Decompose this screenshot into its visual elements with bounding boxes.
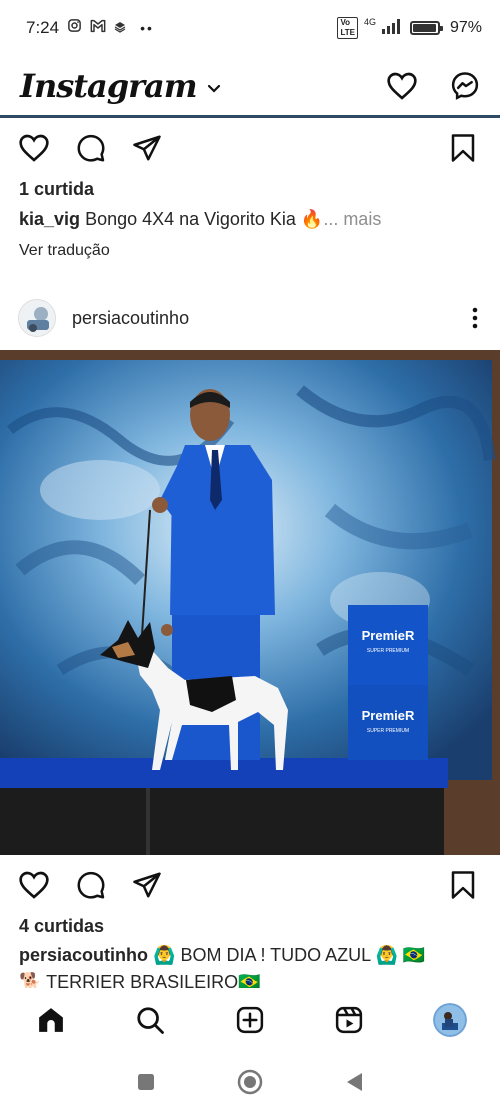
box-brand-top: PremieR	[362, 628, 415, 643]
translate-link[interactable]: Ver tradução	[19, 242, 110, 260]
box-sub-top: SUPER PREMIUM	[367, 648, 409, 654]
share-icon[interactable]	[132, 133, 162, 163]
gmail-notification-icon	[90, 18, 106, 38]
like-heart-icon[interactable]	[18, 870, 50, 900]
bookmark-icon[interactable]	[450, 133, 476, 163]
search-icon[interactable]	[135, 1005, 165, 1035]
more-notifications-icon: ••	[140, 20, 154, 36]
more-options-icon[interactable]	[472, 307, 478, 329]
post2-caption-text: 🙆‍♂️ BOM DIA ! TUDO AZUL 🙆‍♂️ 🇧🇷	[153, 945, 426, 965]
battery-percent: 97%	[449, 19, 482, 36]
post2-actions	[0, 865, 500, 905]
volte-icon: Vo LTE	[337, 17, 358, 39]
post2-header: persiacoutinho	[0, 296, 500, 340]
instagram-logo[interactable]: Instagram	[20, 67, 198, 105]
status-left: 7:24 ••	[26, 18, 154, 38]
signal-icon	[381, 18, 404, 39]
bookmark-icon[interactable]	[450, 870, 476, 900]
header-actions	[386, 71, 480, 101]
box-sub-bottom: SUPER PREMIUM	[367, 728, 409, 734]
like-heart-icon[interactable]	[18, 133, 50, 163]
post2-likes[interactable]: 4 curtidas	[19, 916, 104, 937]
messenger-icon[interactable]	[450, 71, 480, 101]
clock: 7:24	[26, 18, 60, 37]
post1-actions	[0, 128, 500, 168]
new-post-icon[interactable]	[235, 1005, 265, 1035]
home-icon[interactable]	[36, 1005, 66, 1035]
comment-icon[interactable]	[76, 870, 106, 900]
status-bar: 7:24 •• Vo LTE 4G 97%	[0, 0, 500, 56]
post2-photo[interactable]: PremieR SUPER PREMIUM PremieR SUPER PREM…	[0, 350, 500, 855]
network-type: 4G	[363, 17, 376, 27]
post2-avatar[interactable]	[18, 299, 56, 337]
post1-caption-text: Bongo 4X4 na Vigorito Kia 🔥	[85, 209, 324, 229]
status-right: Vo LTE 4G 97%	[337, 17, 482, 39]
post1-likes[interactable]: 1 curtida	[19, 179, 94, 200]
recents-button[interactable]	[136, 1072, 156, 1092]
heart-icon[interactable]	[386, 71, 418, 101]
share-icon[interactable]	[132, 870, 162, 900]
battery-level	[412, 24, 437, 32]
post2-caption: persiacoutinho 🙆‍♂️ BOM DIA ! TUDO AZUL …	[19, 945, 425, 966]
profile-avatar[interactable]	[433, 1003, 467, 1037]
post2-username[interactable]: persiacoutinho	[72, 308, 189, 329]
layers-notification-icon	[114, 18, 126, 38]
post1-more-link[interactable]: ... mais	[323, 209, 381, 229]
bottom-nav	[0, 990, 500, 1050]
instagram-notification-icon	[67, 18, 82, 38]
post1-caption-user[interactable]: kia_vig	[19, 209, 80, 229]
home-button[interactable]	[236, 1068, 264, 1096]
comment-icon[interactable]	[76, 133, 106, 163]
box-brand-bottom: PremieR	[362, 708, 415, 723]
post2-caption-line2: 🐕 TERRIER BRASILEIRO🇧🇷	[19, 972, 261, 988]
reels-icon[interactable]	[334, 1005, 364, 1035]
system-nav	[0, 1052, 500, 1111]
back-button[interactable]	[344, 1071, 364, 1093]
post1-caption: kia_vig Bongo 4X4 na Vigorito Kia 🔥... m…	[19, 209, 381, 230]
battery-icon	[409, 21, 443, 35]
app-header: Instagram	[0, 56, 500, 118]
chevron-down-icon[interactable]	[207, 84, 221, 94]
post2-caption-user[interactable]: persiacoutinho	[19, 945, 148, 965]
